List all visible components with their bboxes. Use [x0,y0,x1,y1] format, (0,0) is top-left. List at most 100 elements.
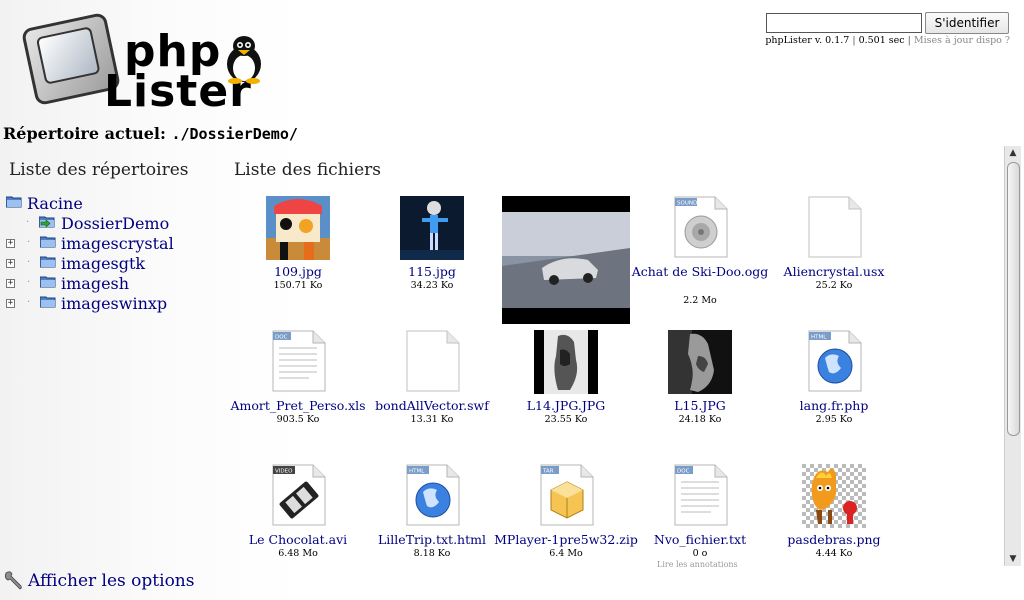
file-name[interactable]: Le Chocolat.avi [225,532,371,547]
file-size: 34.23 Ko [410,280,454,291]
tree-item-label[interactable]: DossierDemo [61,214,169,233]
folder-icon [40,296,56,308]
tree-item-label[interactable]: imagescrystal [61,234,174,253]
folder-icon [40,276,56,288]
blank-file-icon[interactable] [403,330,461,392]
file-size: 24.18 Ko [678,414,722,425]
current-dir-label: Répertoire actuel: [3,124,166,143]
login-input[interactable] [766,13,922,33]
image-thumbnail[interactable] [802,464,866,528]
file-badge: SOUND [677,201,697,207]
directory-list-heading: Liste des répertoires [9,160,189,180]
file-name[interactable]: LilleTrip.txt.html [359,532,505,547]
folder-current-icon [39,216,55,228]
file-name[interactable]: Amort_Pret_Perso.xls [225,398,371,413]
file-badge: HTML [811,335,827,341]
file-size: 2.95 Ko [815,414,853,425]
separator: | [852,35,856,46]
archive-file-icon[interactable]: TAR [537,464,595,526]
file-list-heading: Liste des fichiers [234,160,381,180]
file-name[interactable]: pasdebras.png [761,532,907,547]
file-name[interactable]: Achat de Ski-Doo.ogg [627,264,773,279]
file-size: 2.2 Mo [683,295,717,306]
file-name[interactable]: Nvo_fichier.txt [627,532,773,547]
annotation-link[interactable]: Lire les annotations [657,560,738,569]
image-thumbnail-car[interactable] [502,196,630,324]
file-size: 0 o [692,548,708,559]
show-options-label[interactable]: Afficher les options [28,571,194,591]
file-name[interactable]: L14.JPG.JPG [493,398,639,413]
tree-connector: · [27,297,31,308]
file-badge: TAR [542,469,554,475]
file-size: 6.4 Mo [549,548,583,559]
tree-connector: · [27,277,31,288]
file-size: 4.44 Ko [815,548,853,559]
file-size: 903.5 Ko [276,414,320,425]
html-file-icon[interactable]: HTML [805,330,863,392]
expand-plus-icon[interactable]: + [6,299,15,308]
doc-file-icon[interactable]: DOC [269,330,327,392]
doc-file-icon[interactable]: DOC [671,464,729,526]
file-name[interactable]: 115.jpg [359,264,505,279]
sound-icon[interactable]: SOUND [671,196,729,258]
file-name[interactable]: 109.jpg [225,264,371,279]
file-badge: VIDEO [275,469,293,475]
tree-item-dossierdemo[interactable]: · DossierDemo [26,214,216,234]
phplister-logo[interactable]: php Lister [20,11,306,120]
file-list-scrollbar[interactable]: ▲ ▼ [1004,146,1021,566]
wrench-icon [4,571,22,590]
scroll-up-arrow-icon[interactable]: ▲ [1005,146,1021,160]
tree-connector: · [27,237,31,248]
tree-item-label[interactable]: imagesh [61,274,129,293]
blank-file-icon[interactable] [805,196,863,258]
file-badge: HTML [409,469,425,475]
page: php Lister S'identifier phpLister v. 0.1… [0,0,1024,600]
file-size: 23.55 Ko [544,414,588,425]
version-text: phpLister v. 0.1.7 [765,35,850,46]
file-size: 6.48 Mo [278,548,318,559]
scrollbar-thumb[interactable] [1007,162,1020,436]
folder-open-icon [6,196,22,208]
image-thumbnail[interactable] [668,330,732,394]
timing-text: 0.501 sec [858,35,905,46]
expand-plus-icon[interactable]: + [6,259,15,268]
image-thumbnail[interactable] [534,330,598,394]
update-link[interactable]: Mises à jour dispo ? [914,35,1010,46]
current-dir-path: ./DossierDemo/ [171,125,298,143]
file-badge: DOC [275,335,288,341]
file-size: 25.2 Ko [815,280,853,291]
tree-connector: · [27,257,31,268]
file-name[interactable]: Aliencrystal.usx [761,264,907,279]
tree-item-imageswinxp[interactable]: + · imageswinxp [6,294,216,314]
folder-icon [40,256,56,268]
tree-connector: · [26,217,30,228]
current-directory: Répertoire actuel: ./DossierDemo/ [3,124,298,143]
file-size: 13.31 Ko [410,414,454,425]
file-size: 8.18 Ko [413,548,451,559]
tree-item-imagesgtk[interactable]: + · imagesgtk [6,254,216,274]
tree-item-imagescrystal[interactable]: + · imagescrystal [6,234,216,254]
login-button[interactable]: S'identifier [925,12,1009,34]
version-line: phpLister v. 0.1.7 | 0.501 sec | Mises à… [765,35,1010,46]
tree-root-label[interactable]: Racine [27,194,83,213]
file-badge: DOC [677,469,690,475]
tree-item-label[interactable]: imageswinxp [61,294,167,313]
scroll-down-arrow-icon[interactable]: ▼ [1005,552,1021,566]
image-thumbnail[interactable] [266,196,330,260]
file-name[interactable]: lang.fr.php [761,398,907,413]
expand-plus-icon[interactable]: + [6,239,15,248]
tree-item-label[interactable]: imagesgtk [61,254,145,273]
html-file-icon[interactable]: HTML [403,464,461,526]
file-size: 150.71 Ko [273,280,323,291]
expand-plus-icon[interactable]: + [6,279,15,288]
separator: | [907,35,911,46]
tree-item-imagesh[interactable]: + · imagesh [6,274,216,294]
file-name[interactable]: L15.JPG [627,398,773,413]
video-file-icon[interactable]: VIDEO [269,464,327,526]
penguin-icon [227,36,261,84]
folder-icon [40,236,56,248]
file-name[interactable]: bondAllVector.swf [359,398,505,413]
image-thumbnail[interactable] [400,196,464,260]
file-name[interactable]: MPlayer-1pre5w32.zip [493,532,639,547]
tree-root[interactable]: Racine [6,194,206,214]
